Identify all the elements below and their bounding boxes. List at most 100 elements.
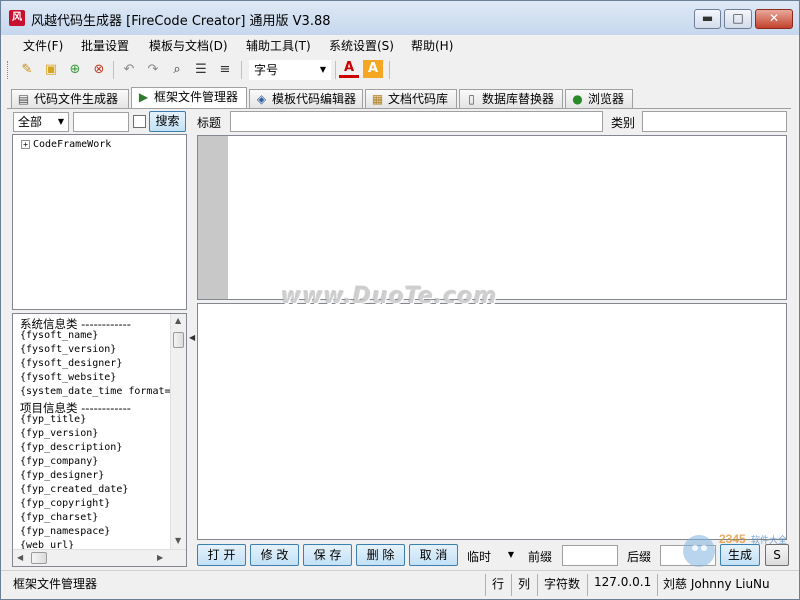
title-input[interactable] xyxy=(230,111,603,132)
variable-item[interactable]: {fyp_namespace} xyxy=(20,526,110,537)
scroll-down-icon[interactable]: ▼ xyxy=(175,536,181,545)
variable-item[interactable]: {fyp_version} xyxy=(20,428,98,439)
temp-select[interactable]: ▼ xyxy=(499,545,519,565)
close-button[interactable]: ✕ xyxy=(755,9,793,29)
delete-icon[interactable]: ⊗ xyxy=(89,60,109,80)
edit-icon[interactable]: ✎ xyxy=(17,60,37,80)
horizontal-scrollbar[interactable]: ◀ ▶ xyxy=(13,549,186,566)
toolbar-separator xyxy=(113,61,114,79)
title-label: 标题 xyxy=(197,116,222,130)
menu-tools[interactable]: 辅助工具(T) xyxy=(246,37,311,54)
highlight-icon[interactable]: A xyxy=(363,60,383,78)
status-row: 行 xyxy=(492,577,505,591)
window-title: 风越代码生成器 [FireCode Creator] 通用版 V3.88 xyxy=(31,14,331,29)
scroll-thumb[interactable] xyxy=(31,552,47,564)
status-separator xyxy=(657,574,658,596)
status-text: 框架文件管理器 xyxy=(13,577,98,591)
category-label: 类别 xyxy=(611,116,636,130)
menu-system-settings[interactable]: 系统设置(S) xyxy=(329,37,394,54)
menu-templates[interactable]: 模板与文档(D) xyxy=(149,37,228,54)
preview-pane[interactable] xyxy=(197,303,787,540)
search-input[interactable] xyxy=(73,112,129,132)
vertical-scrollbar[interactable]: ▲ ▼ xyxy=(170,314,186,550)
svg-text:2345: 2345 xyxy=(719,532,746,546)
right-header-row: 标题 类别 xyxy=(195,111,791,133)
cancel-button[interactable]: 取 消 xyxy=(409,544,458,566)
tab-label: 框架文件管理器 xyxy=(154,90,239,104)
category-select[interactable]: 全部 ▼ xyxy=(13,112,69,132)
new-folder-icon[interactable]: ▣ xyxy=(41,60,61,80)
book-icon: ▯ xyxy=(468,92,475,106)
variable-section-header: 项目信息类 ------------ xyxy=(20,401,131,415)
save-button[interactable]: 保 存 xyxy=(303,544,352,566)
variable-item[interactable]: {fyp_created_date} xyxy=(20,484,128,495)
temp-label: 临时 xyxy=(467,550,492,564)
tab-doc-library[interactable]: ▦ 文档代码库 xyxy=(365,89,457,109)
status-bar: 框架文件管理器 行 列 字符数 127.0.0.1 刘慈 Johnny LiuN… xyxy=(1,570,799,599)
filter-checkbox[interactable] xyxy=(133,115,146,128)
scroll-left-icon[interactable]: ◀ xyxy=(17,553,23,562)
open-button[interactable]: 打 开 xyxy=(197,544,246,566)
variable-item[interactable]: {fysoft_website} xyxy=(20,372,116,383)
tab-bar: ▤ 代码文件生成器 ▶ 框架文件管理器 ◈ 模板代码编辑器 ▦ 文档代码库 ▯ … xyxy=(1,87,799,109)
edit-button[interactable]: 修 改 xyxy=(250,544,299,566)
editor-gutter xyxy=(198,136,228,299)
tree-node-root[interactable]: + CodeFrameWork xyxy=(21,139,111,150)
chevron-down-icon: ▼ xyxy=(57,117,64,126)
list-icon[interactable]: ☰ xyxy=(191,60,211,80)
variable-item[interactable]: {fysoft_version} xyxy=(20,344,116,355)
toolbar-separator xyxy=(241,61,242,79)
status-separator xyxy=(537,574,538,596)
expand-icon[interactable]: + xyxy=(21,139,30,149)
search-button[interactable]: 搜索 xyxy=(149,111,186,132)
frame-tree[interactable]: + CodeFrameWork xyxy=(12,134,187,310)
minimize-button[interactable]: ▬ xyxy=(694,9,721,29)
scroll-up-icon[interactable]: ▲ xyxy=(175,316,181,325)
document-icon: ▤ xyxy=(17,92,30,106)
variable-item[interactable]: {fyp_designer} xyxy=(20,470,104,481)
prefix-input[interactable] xyxy=(562,545,618,566)
toolbar-grip[interactable] xyxy=(7,61,10,79)
font-color-icon[interactable]: A xyxy=(339,60,359,78)
code-editor[interactable] xyxy=(197,135,787,300)
category-input[interactable] xyxy=(642,111,787,132)
status-ip: 127.0.0.1 xyxy=(594,575,652,589)
suffix-label: 后缀 xyxy=(627,550,652,564)
tab-browser[interactable]: ● 浏览器 xyxy=(565,89,633,109)
title-bar[interactable]: 风 风越代码生成器 [FireCode Creator] 通用版 V3.88 ▬… xyxy=(1,1,799,35)
status-char-count: 字符数 xyxy=(544,577,581,591)
menu-help[interactable]: 帮助(H) xyxy=(411,37,453,54)
variable-item[interactable]: {system_date_time format= xyxy=(20,386,171,397)
toolbar-separator xyxy=(389,61,390,79)
variable-item[interactable]: {fyp_company} xyxy=(20,456,98,467)
maximize-button[interactable]: □ xyxy=(724,9,752,29)
redo-icon[interactable]: ↷ xyxy=(143,60,163,80)
delete-button[interactable]: 删 除 xyxy=(356,544,405,566)
scroll-right-icon[interactable]: ▶ xyxy=(157,553,163,562)
splitter-collapse-icon[interactable]: ◀ xyxy=(189,333,195,342)
variable-item[interactable]: {fysoft_designer} xyxy=(20,358,122,369)
undo-icon[interactable]: ↶ xyxy=(119,60,139,80)
variable-item[interactable]: {fyp_copyright} xyxy=(20,498,110,509)
variables-list[interactable]: {web_url} {fyp_namespace} {fyp_charset} {fy… xyxy=(12,313,187,567)
search-icon[interactable]: ⌕ xyxy=(167,60,187,80)
tab-code-generator[interactable]: ▤ 代码文件生成器 xyxy=(11,89,129,109)
scroll-thumb[interactable] xyxy=(173,332,184,348)
watermark: www.DuoTe.com xyxy=(281,284,498,309)
tab-template-editor[interactable]: ◈ 模板代码编辑器 xyxy=(249,89,363,109)
numbered-list-icon[interactable]: ≡ xyxy=(215,60,235,80)
app-logo-icon: 风 xyxy=(9,10,25,26)
variable-item[interactable]: {fyp_charset} xyxy=(20,512,98,523)
menu-file[interactable]: 文件(F) xyxy=(23,37,63,54)
globe-icon: ● xyxy=(572,92,583,106)
left-filter-row: 全部 ▼ 搜索 xyxy=(11,111,189,133)
add-icon[interactable]: ⊕ xyxy=(65,60,85,80)
status-col: 列 xyxy=(518,577,531,591)
variable-item[interactable]: {fyp_description} xyxy=(20,442,122,453)
variable-section-header: 系统信息类 ------------ xyxy=(20,317,131,331)
tab-db-replacer[interactable]: ▯ 数据库替换器 xyxy=(459,89,563,109)
menu-batch-settings[interactable]: 批量设置 xyxy=(81,37,129,54)
font-size-select[interactable]: 字号 ▼ xyxy=(249,60,331,80)
tab-frame-manager[interactable]: ▶ 框架文件管理器 xyxy=(131,87,247,109)
prefix-label: 前缀 xyxy=(528,550,553,564)
